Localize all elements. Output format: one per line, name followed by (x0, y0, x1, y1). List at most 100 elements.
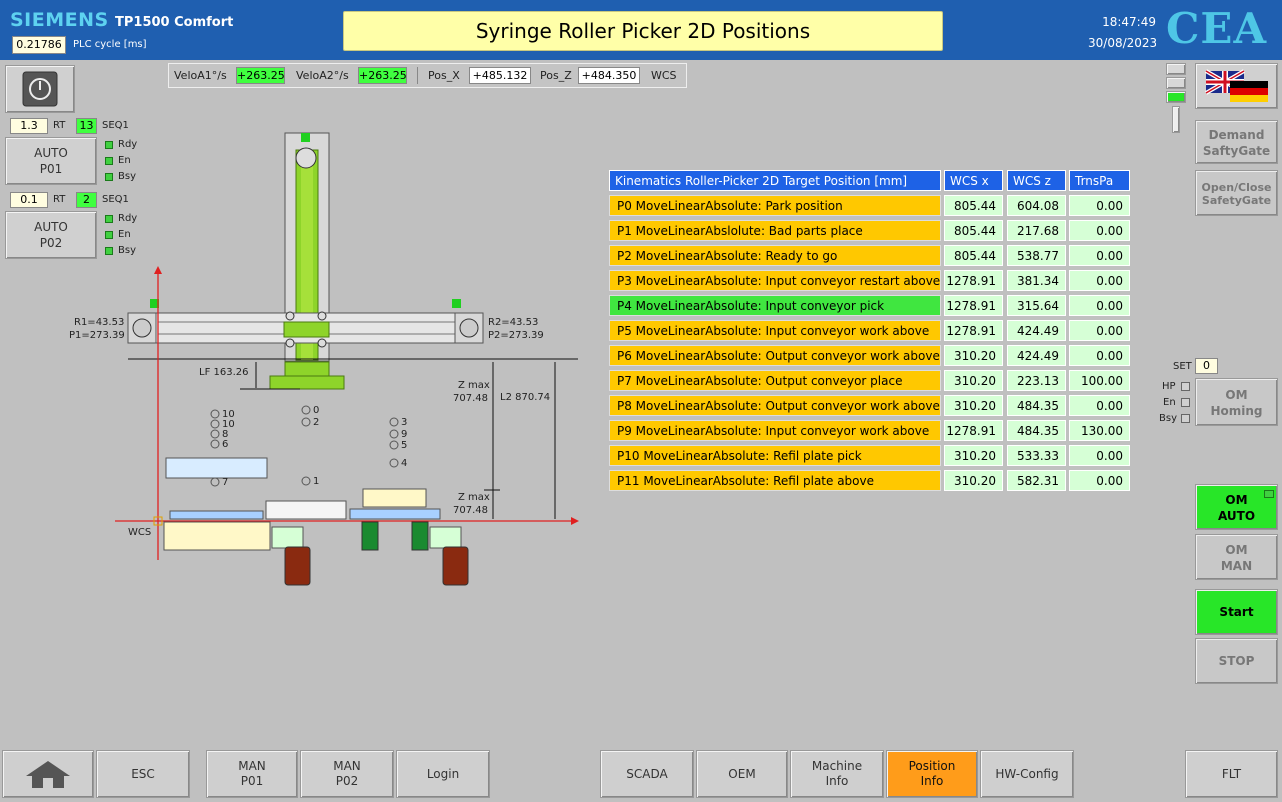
output-drive-box (271, 526, 304, 549)
z-axis-arrow (154, 266, 162, 274)
om-man-button[interactable]: OM MAN (1195, 534, 1278, 580)
scroll-handle[interactable] (1172, 106, 1180, 133)
table-row-name[interactable]: P9 MoveLinearAbsolute: Input conveyor wo… (609, 420, 941, 441)
indicator-3 (1166, 91, 1186, 103)
table-row-name[interactable]: P7 MoveLinearAbsolute: Output conveyor p… (609, 370, 941, 391)
table-row-name[interactable]: P2 MoveLinearAbsolute: Ready to go (609, 245, 941, 266)
en-label: En (1163, 397, 1176, 408)
point-label: 0 (313, 405, 320, 416)
language-button[interactable] (1195, 63, 1278, 109)
right-motor (459, 318, 479, 338)
target-point-marker (301, 405, 311, 415)
point-label: 7 (222, 477, 229, 488)
table-row-name[interactable]: P4 MoveLinearAbsolute: Input conveyor pi… (609, 295, 941, 316)
right-sensor (452, 299, 461, 308)
target-point-marker (210, 477, 220, 487)
table-row-name[interactable]: P5 MoveLinearAbsolute: Input conveyor wo… (609, 320, 941, 341)
point-label: 4 (401, 458, 408, 469)
open-close-safety-gate-button[interactable]: Open/Close SafetyGate (1195, 170, 1278, 216)
table-cell-trnspa: 0.00 (1069, 320, 1130, 341)
table-cell-wcs-x: 805.44 (944, 195, 1003, 216)
table-cell-wcs-x: 310.20 (944, 395, 1003, 416)
clock-time: 18:47:49 (1102, 15, 1156, 29)
table-cell-trnspa: 0.00 (1069, 395, 1130, 416)
table-cell-trnspa: 130.00 (1069, 420, 1130, 441)
output-conveyor-tray (163, 521, 271, 551)
stop-button[interactable]: STOP (1195, 638, 1278, 684)
point-label: 2 (313, 417, 320, 428)
table-cell-trnspa: 100.00 (1069, 370, 1130, 391)
table-row-name[interactable]: P3 MoveLinearAbsolute: Input conveyor re… (609, 270, 941, 291)
position-info-button[interactable]: Position Info (886, 750, 978, 798)
table-cell-wcs-z: 582.31 (1007, 470, 1066, 491)
om-homing-button[interactable]: OM Homing (1195, 378, 1278, 426)
scada-button[interactable]: SCADA (600, 750, 694, 798)
table-row-name[interactable]: P6 MoveLinearAbsolute: Output conveyor w… (609, 345, 941, 366)
gripper-plate (269, 375, 345, 390)
en-led (1181, 398, 1190, 407)
output-conveyor-belt (169, 510, 264, 520)
table-row-name[interactable]: P1 MoveLinearAbslolute: Bad parts place (609, 220, 941, 241)
table-cell-trnspa: 0.00 (1069, 470, 1130, 491)
target-point-marker (389, 440, 399, 450)
r2-label: R2=43.53 (488, 317, 539, 328)
p2-label: P2=273.39 (488, 330, 544, 341)
target-point-marker (389, 429, 399, 439)
hw-config-button[interactable]: HW-Config (980, 750, 1074, 798)
zmax-bottom-value: 707.48 (453, 505, 488, 516)
carriage-wheel (317, 311, 327, 321)
table-cell-wcs-x: 1278.91 (944, 420, 1003, 441)
input-roller-right (411, 521, 429, 551)
carriage-wheel (285, 338, 295, 348)
table-cell-wcs-x: 1278.91 (944, 295, 1003, 316)
table-cell-trnspa: 0.00 (1069, 270, 1130, 291)
target-point-marker (301, 417, 311, 427)
home-icon (26, 761, 70, 788)
l2-label: L2 870.74 (500, 392, 551, 403)
table-cell-trnspa: 0.00 (1069, 195, 1130, 216)
zmax-bottom-label: Z max (458, 492, 490, 503)
table-cell-wcs-z: 484.35 (1007, 420, 1066, 441)
target-point-marker (210, 429, 220, 439)
man-p01-button[interactable]: MAN P01 (206, 750, 298, 798)
input-conveyor-belt (349, 508, 441, 520)
table-cell-wcs-z: 484.35 (1007, 395, 1066, 416)
table-cell-wcs-z: 533.33 (1007, 445, 1066, 466)
table-cell-wcs-z: 315.64 (1007, 295, 1066, 316)
top-pulley (295, 147, 317, 169)
table-row-name[interactable]: P0 MoveLinearAbsolute: Park position (609, 195, 941, 216)
target-point-marker (210, 439, 220, 449)
target-point-marker (301, 476, 311, 486)
table-cell-wcs-z: 217.68 (1007, 220, 1066, 241)
table-cell-trnspa: 0.00 (1069, 220, 1130, 241)
clock-date: 30/08/2023 (1088, 36, 1156, 50)
oem-button[interactable]: OEM (696, 750, 788, 798)
man-p02-button[interactable]: MAN P02 (300, 750, 394, 798)
roller-picker-diagram (115, 132, 579, 586)
table-cell-wcs-z: 223.13 (1007, 370, 1066, 391)
start-button[interactable]: Start (1195, 589, 1278, 635)
machine-info-button[interactable]: Machine Info (790, 750, 884, 798)
table-cell-wcs-z: 424.49 (1007, 320, 1066, 341)
hp-led (1181, 382, 1190, 391)
demand-safety-gate-button[interactable]: Demand SaftyGate (1195, 120, 1278, 164)
table-header-wcs-x: WCS x (944, 170, 1003, 191)
left-motor (132, 318, 152, 338)
set-value: 0 (1195, 358, 1218, 374)
point-label: 9 (401, 429, 408, 440)
table-cell-wcs-z: 604.08 (1007, 195, 1066, 216)
login-button[interactable]: Login (396, 750, 490, 798)
flt-button[interactable]: FLT (1185, 750, 1278, 798)
table-cell-wcs-x: 310.20 (944, 370, 1003, 391)
table-row-name[interactable]: P8 MoveLinearAbsolute: Output conveyor w… (609, 395, 941, 416)
table-header-wcs-z: WCS z (1007, 170, 1066, 191)
table-cell-trnspa: 0.00 (1069, 445, 1130, 466)
table-row-name[interactable]: P10 MoveLinearAbsolute: Refil plate pick (609, 445, 941, 466)
table-cell-trnspa: 0.00 (1069, 345, 1130, 366)
home-button[interactable] (2, 750, 94, 798)
table-row-name[interactable]: P11 MoveLinearAbsolute: Refil plate abov… (609, 470, 941, 491)
table-cell-trnspa: 0.00 (1069, 295, 1130, 316)
esc-button[interactable]: ESC (96, 750, 190, 798)
zmax-top-value: 707.48 (453, 393, 488, 404)
table-cell-wcs-x: 310.20 (944, 345, 1003, 366)
